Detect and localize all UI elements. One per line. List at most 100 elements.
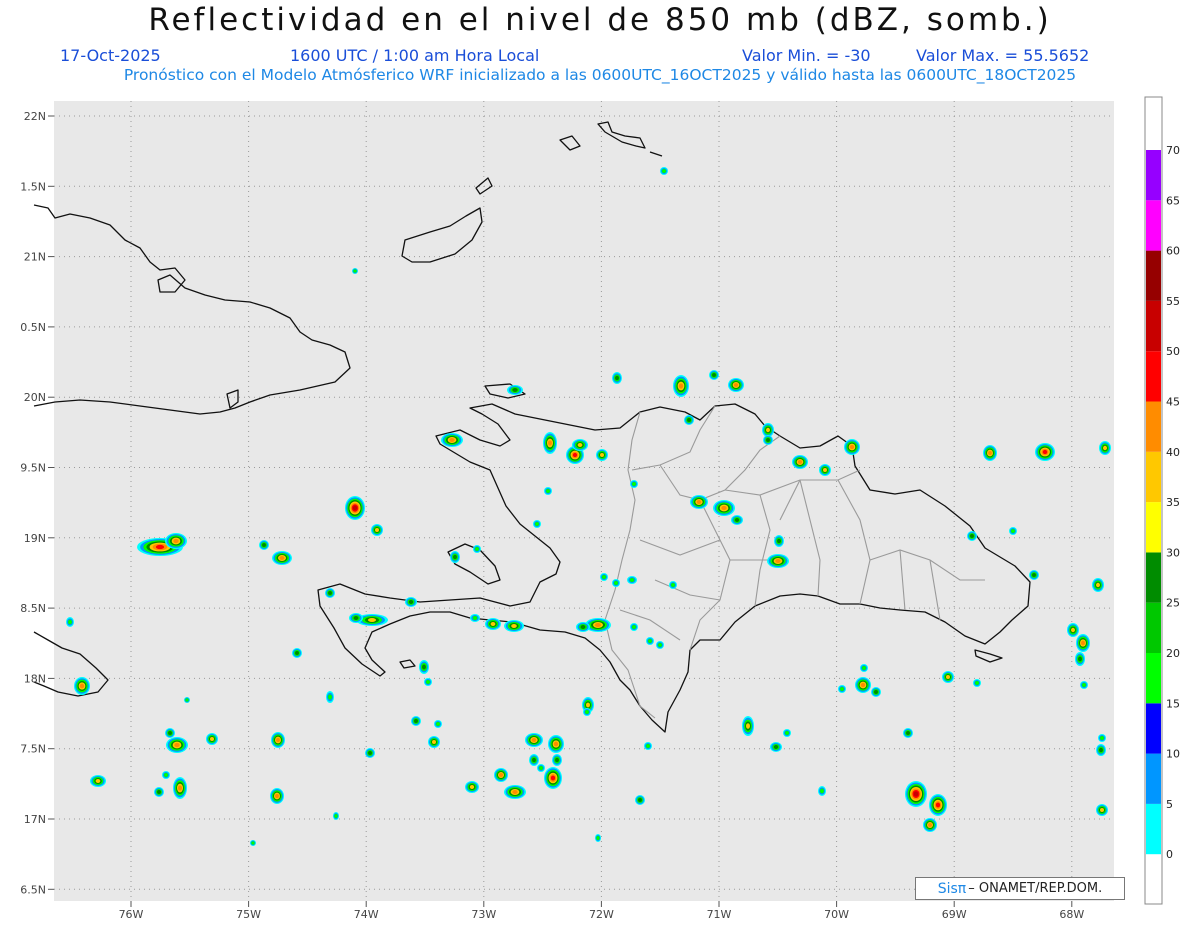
colorbar-tick: 70 [1166,144,1180,157]
lon-label: 75W [236,908,261,921]
cell-ring [353,616,359,620]
cell-ring [746,723,750,729]
cell-ring [1078,656,1082,662]
cell-ring [906,731,910,735]
cell-ring [375,528,379,532]
colorbar-swatch [1146,653,1161,704]
colorbar-swatch [1146,703,1161,754]
colorbar-tick: 25 [1166,597,1180,610]
cell-ring [712,373,716,377]
cell-ring [555,757,559,763]
lat-label: 0.5N [20,321,46,334]
storm-cell [552,754,562,766]
storm-cell [855,677,871,693]
cell-ring [414,719,418,723]
cell-ring [352,505,358,511]
cell-ring [168,731,172,735]
storm-cell [525,733,543,747]
lat-label: 21N [24,251,46,264]
storm-cell [983,445,997,461]
storm-cell [259,540,269,550]
cell-ring [353,269,357,273]
cell-ring [766,427,770,433]
colorbar-tick: 30 [1166,546,1180,559]
cell-ring [632,625,636,629]
storm-cell [428,736,440,748]
storm-cell [419,660,429,674]
storm-cell [646,637,654,645]
storm-cell [485,618,501,630]
storm-cell [844,439,860,455]
storm-cell [345,496,365,520]
lat-label: 18N [24,672,46,685]
cell-ring [766,438,770,442]
cell-ring [553,741,559,747]
cell-ring [432,740,436,744]
cell-ring [734,518,740,522]
lat-label: 1.5N [20,180,46,193]
storm-cell [504,620,524,632]
cell-ring [775,559,781,563]
storm-cell [731,515,743,525]
storm-cell [923,818,937,832]
lon-label: 70W [824,908,849,921]
storm-cell [162,771,170,779]
colorbar-swatch [1146,602,1161,653]
cell-ring [1096,582,1100,588]
storm-cell [660,167,668,175]
cell-ring [157,790,161,794]
storm-cell [165,533,187,549]
cell-ring [970,534,974,538]
cell-ring [512,388,518,392]
storm-cell [635,795,645,805]
storm-cell [450,551,460,563]
cell-ring [580,625,586,629]
cell-ring [572,452,578,458]
storm-cell [165,728,175,738]
storm-cell [465,781,479,793]
cell-ring [174,742,180,748]
storm-cell [548,735,564,753]
colorbar-tick: 15 [1166,697,1180,710]
storm-cell [1035,443,1055,461]
lon-label: 73W [471,908,496,921]
cell-ring [946,675,950,679]
storm-cell [762,423,774,437]
cell-ring [453,554,457,560]
storm-cell [1076,634,1090,652]
storm-cell [1099,441,1111,455]
latitude-axis: 22N 1.5N 21N 0.5N 20N 9.5N 19N 8.5N 18N 7.5N 17N 6.… [20,110,54,896]
cell-ring [68,619,72,625]
colorbar-tick: 20 [1166,647,1180,660]
cell-ring [426,680,430,684]
storm-cell [411,716,421,726]
cell-ring [614,581,618,585]
storm-cell [74,677,90,695]
cell-ring [155,544,165,550]
cell-ring [1081,640,1085,646]
cell-ring [595,623,601,627]
cell-ring [173,538,179,544]
cell-ring [577,443,583,447]
storm-cell [349,613,363,623]
cell-ring [531,738,537,742]
storm-cell [365,748,375,758]
cell-ring [823,468,827,472]
cell-ring [535,522,539,526]
cell-ring [475,547,479,551]
storm-cell [166,737,188,753]
cell-ring [449,438,455,442]
storm-cell [630,623,638,631]
storm-cell [770,742,782,752]
storm-cell [1067,623,1079,637]
storm-cell [543,432,557,454]
cell-ring [210,737,214,741]
storm-cell [644,742,652,750]
cell-ring [422,664,426,670]
cell-ring [615,375,619,381]
colorbar-tick: 50 [1166,345,1180,358]
colorbar-swatch [1146,803,1161,855]
colorbar-tick: 45 [1166,396,1180,409]
storm-cell [572,439,588,451]
storm-cell [903,728,913,738]
